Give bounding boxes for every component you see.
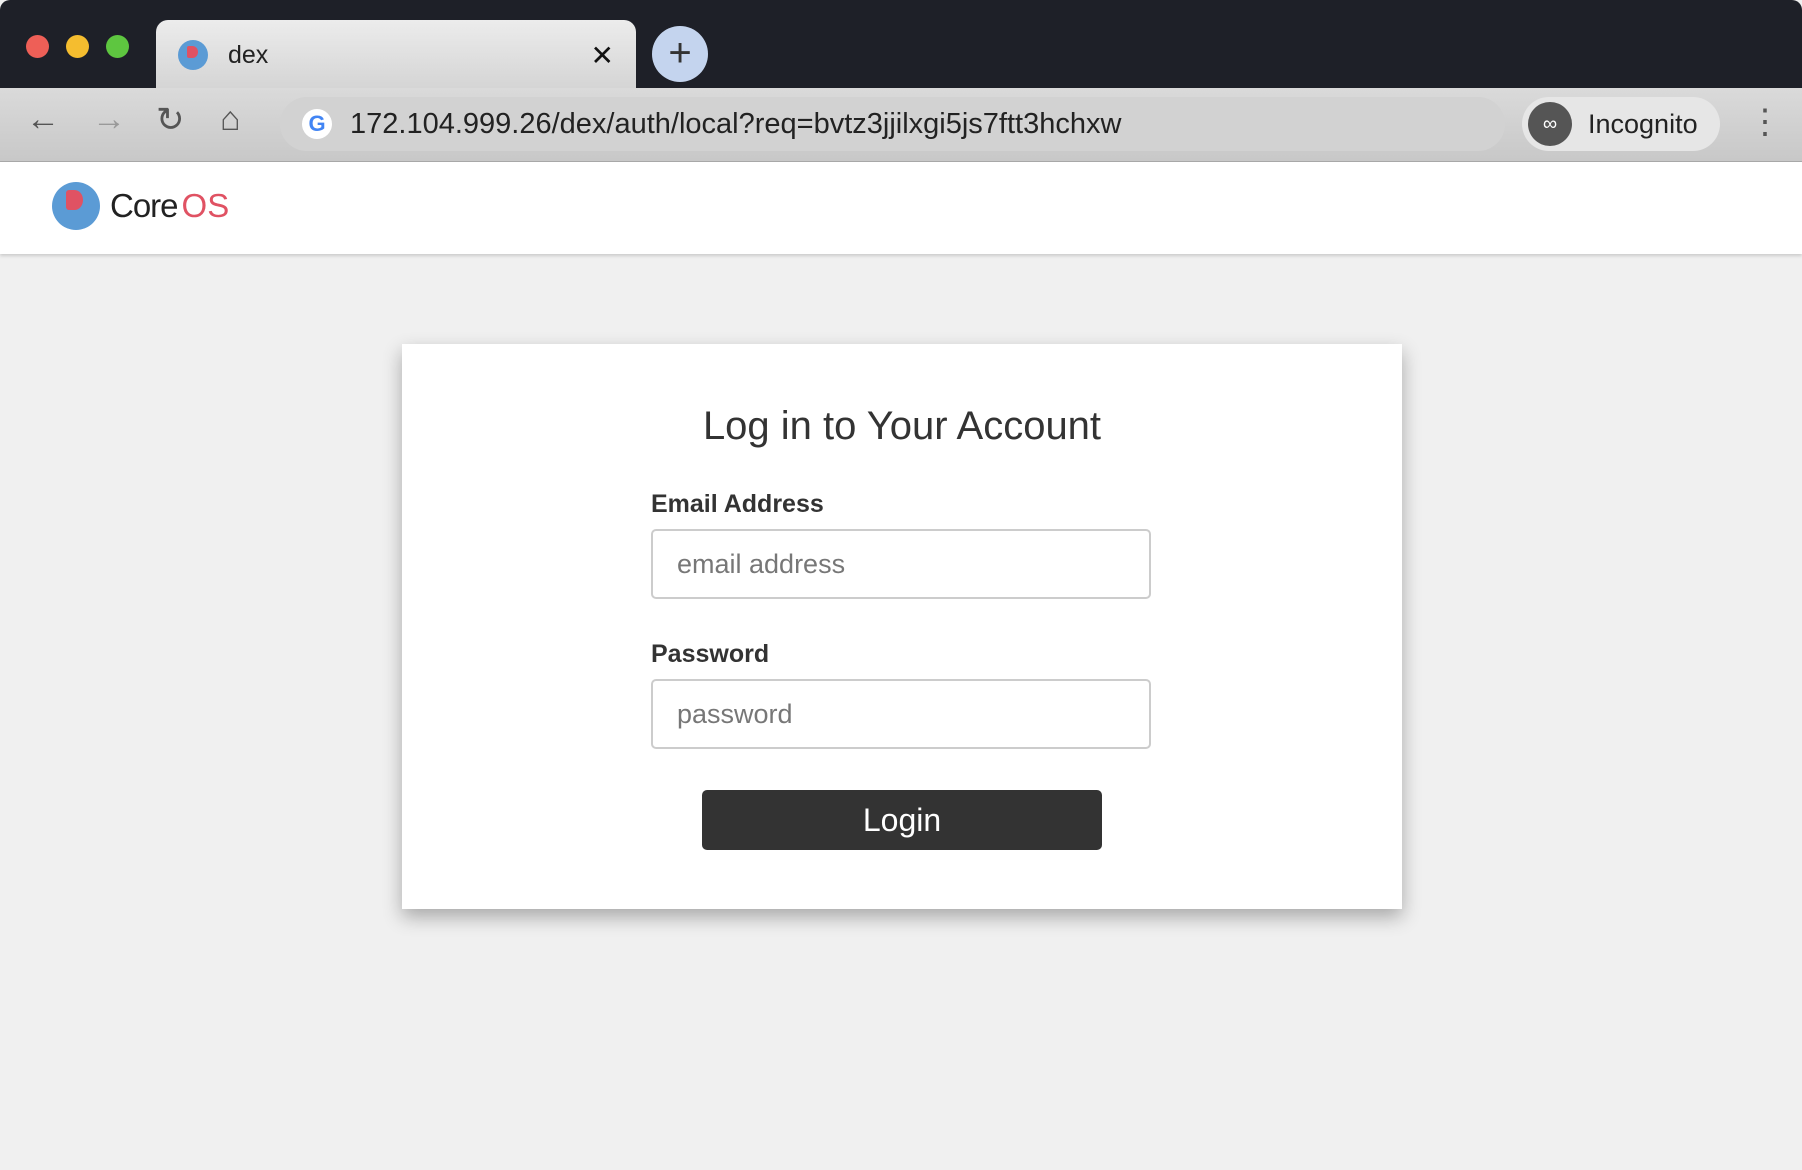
browser-tab-bar: dex ✕ +: [0, 0, 1802, 90]
coreos-logo-icon: [52, 182, 100, 230]
password-label: Password: [651, 640, 770, 668]
forward-icon[interactable]: →: [92, 100, 126, 139]
tab-title: dex: [228, 40, 269, 69]
password-input[interactable]: [651, 679, 1151, 749]
login-button[interactable]: Login: [702, 790, 1102, 850]
coreos-logo: Core OS: [52, 182, 229, 230]
reload-icon[interactable]: ↻: [156, 100, 185, 140]
google-icon: G: [302, 109, 332, 139]
email-label: Email Address: [651, 490, 824, 518]
page-title: Log in to Your Account: [702, 404, 1102, 448]
incognito-badge[interactable]: ∞ Incognito: [1522, 97, 1720, 151]
email-input[interactable]: [651, 529, 1151, 599]
page-header: Core OS: [0, 162, 1802, 254]
tab-close-icon[interactable]: ✕: [591, 39, 614, 72]
window-close-button[interactable]: [26, 35, 49, 58]
back-icon[interactable]: ←: [26, 100, 60, 139]
incognito-label: Incognito: [1588, 108, 1698, 139]
browser-toolbar: ← → ↻ ⌂ G 172.104.999.26/dex/auth/local?…: [0, 88, 1802, 162]
home-icon[interactable]: ⌂: [220, 100, 241, 139]
dex-favicon-icon: [178, 40, 208, 70]
incognito-icon: ∞: [1528, 102, 1572, 146]
logo-text-core: Core: [110, 187, 179, 224]
browser-tab[interactable]: dex ✕: [156, 20, 636, 90]
window-zoom-button[interactable]: [106, 35, 129, 58]
login-card: Log in to Your Account Email Address Pas…: [402, 344, 1402, 909]
address-bar[interactable]: G 172.104.999.26/dex/auth/local?req=bvtz…: [280, 97, 1505, 151]
new-tab-button[interactable]: +: [652, 26, 708, 82]
logo-text-os: OS: [181, 187, 230, 224]
window-minimize-button[interactable]: [66, 35, 89, 58]
url-text[interactable]: 172.104.999.26/dex/auth/local?req=bvtz3j…: [350, 108, 1121, 141]
more-menu-icon[interactable]: ⋮: [1748, 102, 1782, 142]
